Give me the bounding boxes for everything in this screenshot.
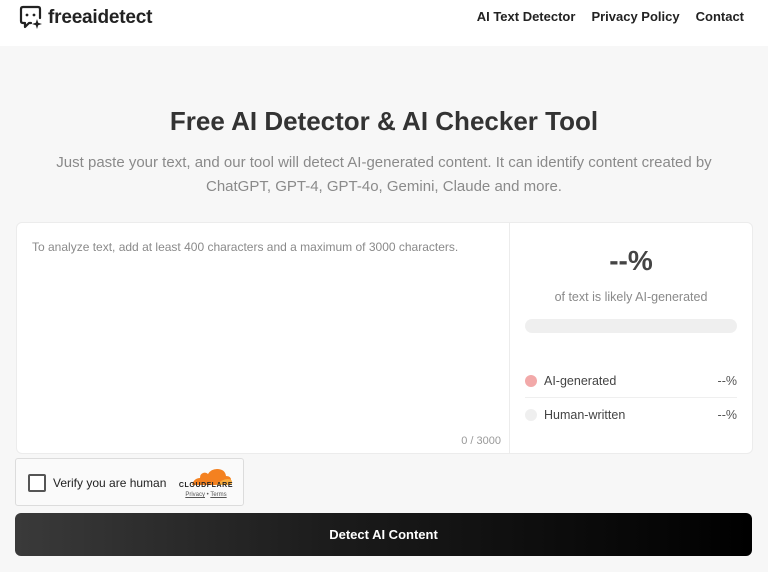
captcha-label: Verify you are human: [53, 476, 167, 490]
site-header: freeaidetect AI Text Detector Privacy Po…: [0, 0, 768, 46]
character-counter: 0 / 3000: [461, 435, 501, 447]
captcha-terms-link[interactable]: Terms: [210, 492, 226, 498]
ai-progress-bar: [525, 319, 737, 333]
result-caption: of text is likely AI-generated: [554, 290, 708, 304]
detect-ai-content-button[interactable]: Detect AI Content: [15, 513, 752, 556]
ai-percentage: --%: [609, 245, 653, 276]
site-logo[interactable]: freeaidetect: [18, 5, 152, 31]
captcha-privacy-link[interactable]: Privacy: [185, 492, 205, 498]
legend-ai-value: --%: [717, 374, 737, 388]
nav-contact[interactable]: Contact: [696, 9, 744, 24]
human-written-dot-icon: [525, 409, 537, 421]
captcha-links: Privacy • Terms: [176, 492, 236, 498]
captcha-checkbox[interactable]: [28, 474, 46, 492]
ai-generated-dot-icon: [525, 375, 537, 387]
logo-text: freeaidetect: [48, 7, 153, 28]
text-input[interactable]: [17, 223, 509, 453]
legend-human-label: Human-written: [544, 408, 626, 422]
legend-human-value: --%: [717, 408, 737, 422]
nav-privacy-policy[interactable]: Privacy Policy: [591, 9, 679, 24]
page-title: Free AI Detector & AI Checker Tool: [169, 106, 599, 136]
text-input-panel: 0 / 3000: [17, 223, 510, 453]
legend-ai-label: AI-generated: [544, 374, 617, 388]
captcha-widget: Verify you are human CLOUDFLARE Privacy …: [15, 458, 244, 506]
chat-bubble-sparkle-icon: [19, 5, 42, 29]
page-subtitle: Just paste your text, and our tool will …: [56, 154, 712, 195]
captcha-link-separator: •: [206, 492, 209, 498]
legend-human-written: Human-written --%: [525, 399, 737, 431]
cloudflare-logo-text: CLOUDFLARE: [178, 482, 234, 489]
result-panel: --% of text is likely AI-generated AI-ge…: [510, 223, 752, 453]
legend-ai-generated: AI-generated --%: [525, 365, 737, 398]
main-nav: AI Text Detector Privacy Policy Contact: [477, 9, 744, 24]
nav-ai-text-detector[interactable]: AI Text Detector: [477, 9, 576, 24]
detector-card: 0 / 3000 --% of text is likely AI-genera…: [16, 222, 753, 454]
